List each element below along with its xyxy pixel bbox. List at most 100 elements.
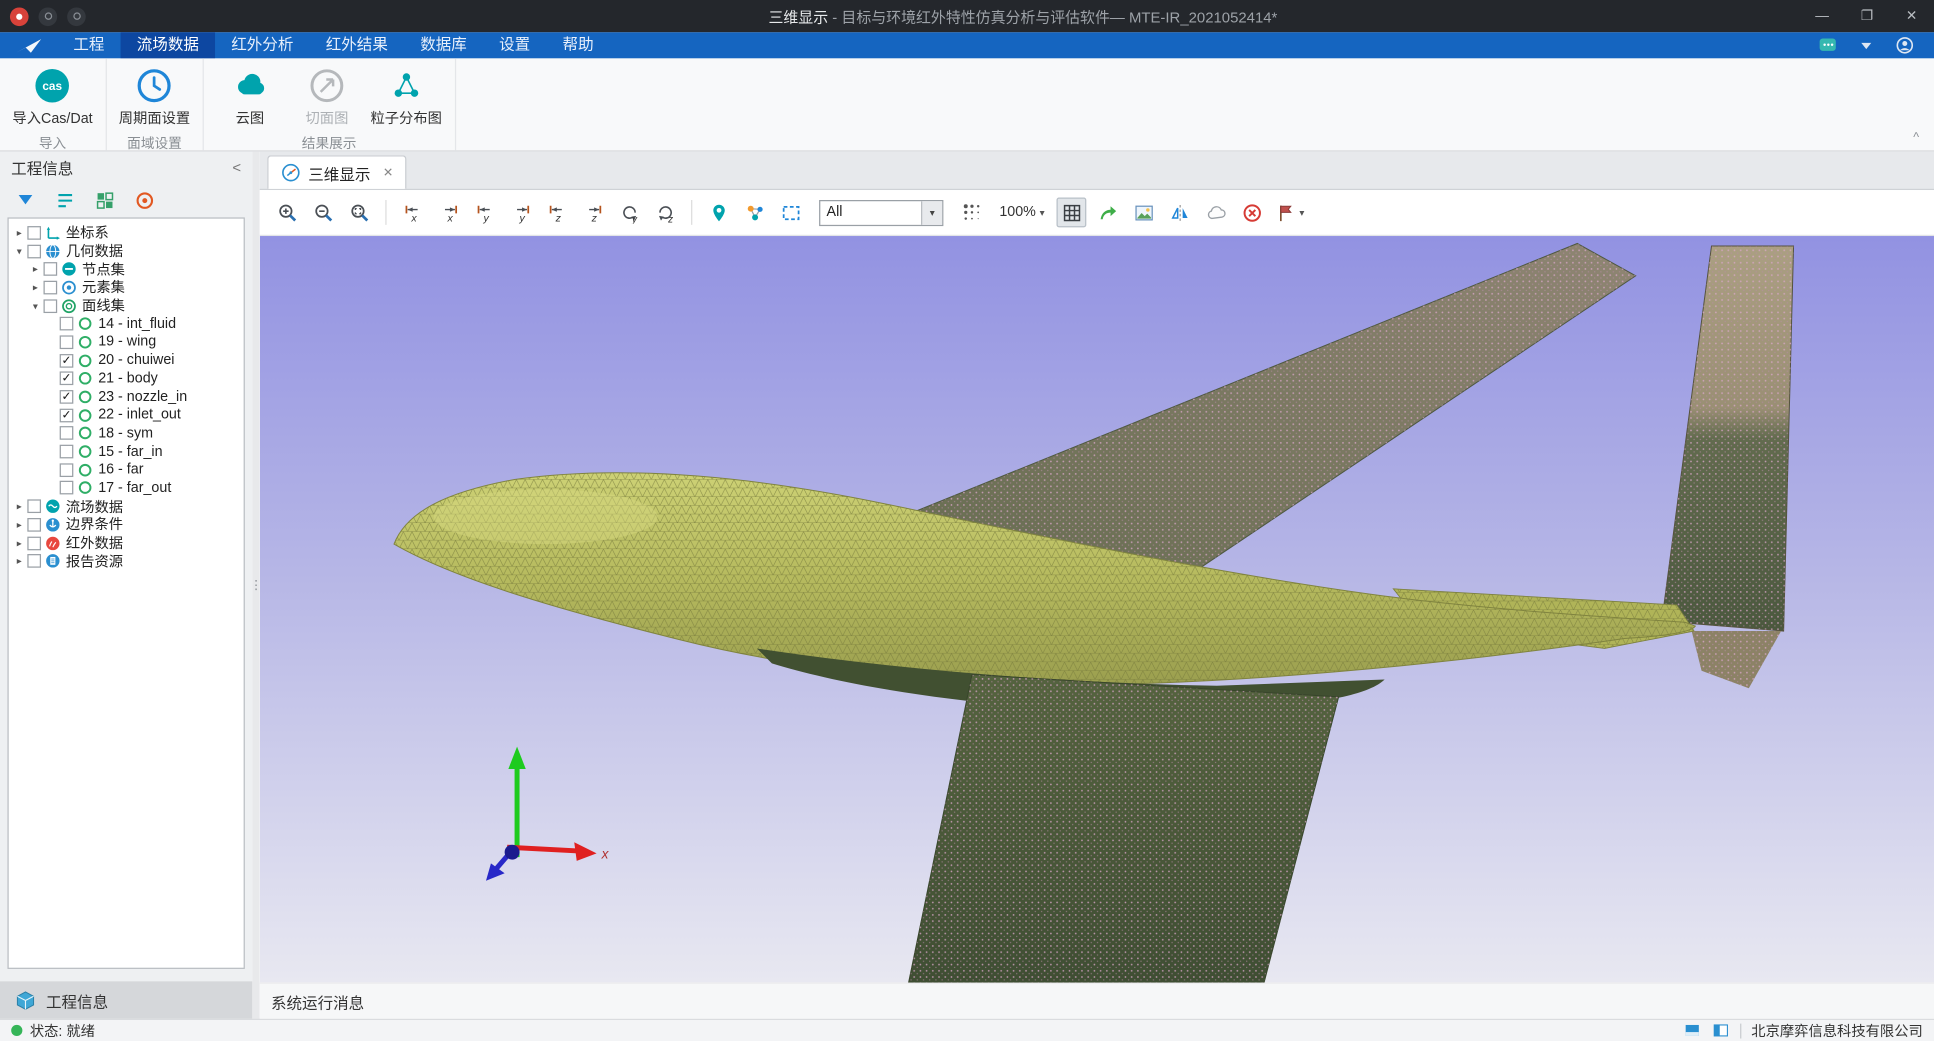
grid-view-icon[interactable] (93, 188, 117, 212)
tree-expander-icon[interactable]: ▸ (12, 519, 26, 530)
titlebar-tool-icon-1[interactable] (39, 7, 58, 26)
tree-checkbox[interactable] (44, 299, 58, 313)
tab-close-icon[interactable]: ✕ (383, 166, 393, 180)
marker-dropdown[interactable]: ▾ (1276, 202, 1305, 223)
tree-item-边界条件[interactable]: ▸边界条件 (9, 516, 244, 534)
tab-3d-view[interactable]: 三维显示 ✕ (267, 155, 407, 189)
ribbon-button-切面图[interactable]: 切面图 (288, 65, 365, 128)
ribbon-button-周期面设置[interactable]: 周期面设置 (114, 65, 195, 128)
recorder-icon[interactable] (10, 7, 29, 26)
tree-expander-icon[interactable]: ▸ (29, 264, 43, 275)
tree-checkbox[interactable] (60, 481, 74, 495)
chat-icon[interactable] (1812, 30, 1842, 60)
mirror-icon[interactable] (1165, 198, 1195, 228)
tree-item-节点集[interactable]: ▸节点集 (9, 260, 244, 278)
zoom-out-icon[interactable] (308, 198, 338, 228)
tree-item-报告资源[interactable]: ▸报告资源 (9, 552, 244, 570)
tree-checkbox[interactable] (60, 463, 74, 477)
menu-item-数据库[interactable]: 数据库 (404, 32, 483, 58)
list-view-icon[interactable] (53, 188, 77, 212)
tree-expander-icon[interactable]: ▾ (12, 245, 26, 256)
tree-checkbox[interactable] (60, 335, 74, 349)
project-panel-bottom-tab[interactable]: 工程信息 (0, 981, 252, 1018)
tree-item-23 - nozzle_in[interactable]: ✓23 - nozzle_in (9, 388, 244, 406)
forward-arrow-icon[interactable] (1093, 198, 1123, 228)
caret-down-icon[interactable] (1851, 30, 1881, 60)
menu-item-工程[interactable]: 工程 (57, 32, 120, 58)
tree-checkbox[interactable]: ✓ (60, 372, 74, 386)
tree-checkbox[interactable]: ✓ (60, 408, 74, 422)
tree-item-15 - far_in[interactable]: 15 - far_in (9, 443, 244, 461)
tree-expander-icon[interactable]: ▸ (12, 227, 26, 238)
tree-expander-icon[interactable]: ▸ (12, 501, 26, 512)
user-circle-icon[interactable] (1889, 30, 1919, 60)
tree-expander-icon[interactable]: ▾ (29, 300, 43, 311)
maximize-button[interactable]: ❐ (1845, 0, 1890, 32)
viewport-canvas[interactable]: x (260, 236, 1934, 983)
menu-item-流场数据[interactable]: 流场数据 (121, 32, 215, 58)
tree-checkbox[interactable]: ✓ (60, 354, 74, 368)
view-z-pos-icon[interactable]: z (578, 198, 608, 228)
tree-expander-icon[interactable]: ▸ (12, 537, 26, 548)
viewport-3d[interactable]: x (260, 236, 1934, 983)
combo-dropdown-button[interactable]: ▾ (921, 201, 942, 225)
ribbon-button-粒子分布图[interactable]: 粒子分布图 (365, 65, 446, 128)
filter-icon[interactable] (14, 188, 38, 212)
region-select-icon[interactable] (776, 198, 806, 228)
close-button[interactable]: ✕ (1889, 0, 1934, 32)
cloud-outline-icon[interactable] (1201, 198, 1231, 228)
titlebar-tool-icon-2[interactable] (67, 7, 86, 26)
tree-item-红外数据[interactable]: ▸红外数据 (9, 534, 244, 552)
tree-item-19 - wing[interactable]: 19 - wing (9, 333, 244, 351)
grid-icon[interactable] (1057, 198, 1087, 228)
layout-blue-icon[interactable] (1683, 1021, 1702, 1040)
tree-checkbox[interactable] (60, 445, 74, 459)
tree-expander-icon[interactable]: ▸ (29, 282, 43, 293)
tree-checkbox[interactable] (27, 536, 41, 550)
ribbon-button-导入Cas/Dat[interactable]: cas导入Cas/Dat (7, 65, 97, 128)
rotate-cw-icon[interactable]: z (650, 198, 680, 228)
tree-expander-icon[interactable]: ▸ (12, 556, 26, 567)
tree-item-元素集[interactable]: ▸元素集 (9, 278, 244, 296)
assembly-icon[interactable] (740, 198, 770, 228)
tree-checkbox[interactable] (27, 500, 41, 514)
tree-item-面线集[interactable]: ▾面线集 (9, 297, 244, 315)
view-x-neg-icon[interactable]: x (398, 198, 428, 228)
view-x-pos-icon[interactable]: x (434, 198, 464, 228)
minimize-button[interactable]: — (1800, 0, 1845, 32)
menu-item-红外分析[interactable]: 红外分析 (215, 32, 309, 58)
panel-splitter[interactable]: ⋮ (252, 152, 259, 1019)
rotate-ccw-icon[interactable]: y (614, 198, 644, 228)
tree-checkbox[interactable] (27, 554, 41, 568)
tree-checkbox[interactable] (27, 226, 41, 240)
tree-item-几何数据[interactable]: ▾几何数据 (9, 242, 244, 260)
cancel-icon[interactable] (1237, 198, 1267, 228)
display-filter-combo[interactable]: All ▾ (819, 199, 943, 225)
tree-checkbox[interactable] (27, 244, 41, 258)
view-y-pos-icon[interactable]: y (506, 198, 536, 228)
menu-item-设置[interactable]: 设置 (483, 32, 546, 58)
zoom-in-icon[interactable] (272, 198, 302, 228)
menu-item-红外结果[interactable]: 红外结果 (310, 32, 404, 58)
locate-target-icon[interactable] (133, 188, 157, 212)
tree-checkbox[interactable] (27, 518, 41, 532)
locate-pin-icon[interactable] (703, 198, 733, 228)
tree-item-14 - int_fluid[interactable]: 14 - int_fluid (9, 315, 244, 333)
tree-item-18 - sym[interactable]: 18 - sym (9, 424, 244, 442)
ribbon-collapse-button[interactable]: ^ (1913, 133, 1919, 145)
tree-item-17 - far_out[interactable]: 17 - far_out (9, 479, 244, 497)
tree-checkbox[interactable] (44, 281, 58, 295)
tree-item-坐标系[interactable]: ▸坐标系 (9, 224, 244, 242)
tree-checkbox[interactable]: ✓ (60, 390, 74, 404)
snapshot-icon[interactable] (1129, 198, 1159, 228)
menu-item-帮助[interactable]: 帮助 (546, 32, 609, 58)
halftone-icon[interactable] (957, 198, 987, 228)
tree-checkbox[interactable] (60, 317, 74, 331)
view-y-neg-icon[interactable]: y (470, 198, 500, 228)
zoom-fit-icon[interactable] (344, 198, 374, 228)
zoom-level-combo[interactable]: 100% ▾ (993, 205, 1051, 220)
panel-collapse-button[interactable]: < (232, 158, 241, 175)
tree-item-20 - chuiwei[interactable]: ✓20 - chuiwei (9, 351, 244, 369)
tree-item-22 - inlet_out[interactable]: ✓22 - inlet_out (9, 406, 244, 424)
tree-item-16 - far[interactable]: 16 - far (9, 461, 244, 479)
